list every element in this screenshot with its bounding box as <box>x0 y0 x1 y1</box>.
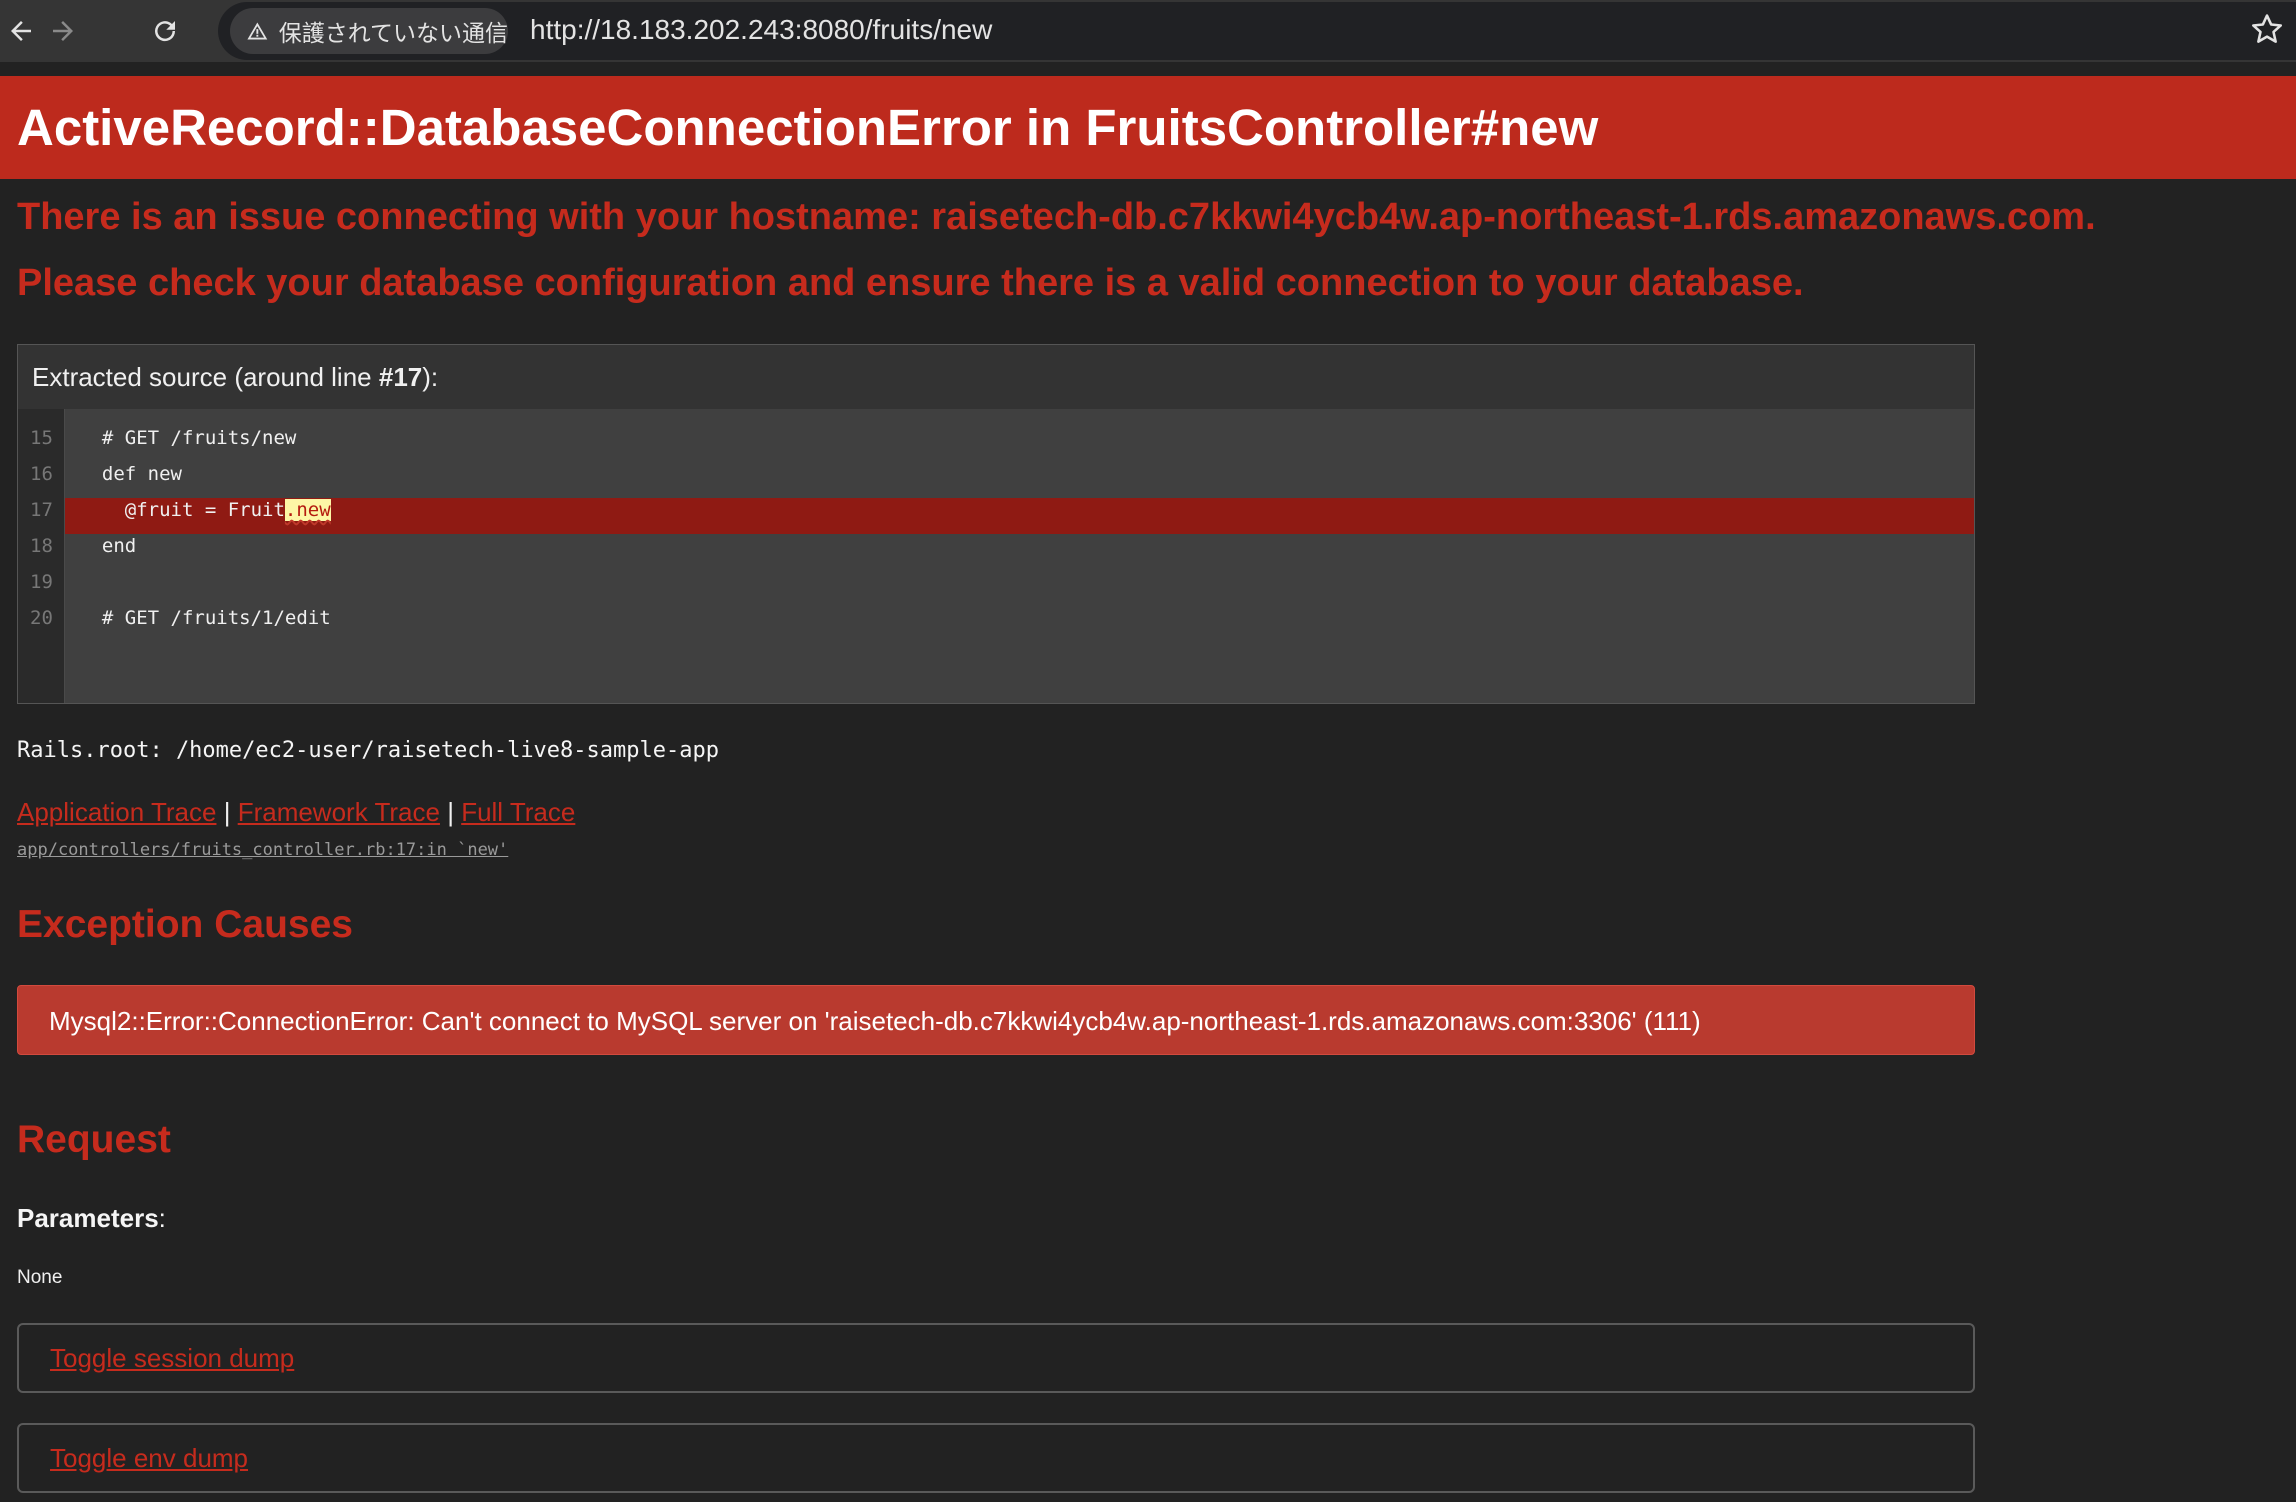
exception-cause: Mysql2::Error::ConnectionError: Can't co… <box>17 985 1975 1055</box>
code-line: # GET /fruits/new <box>79 427 297 449</box>
exception-causes-heading: Exception Causes <box>17 903 353 946</box>
reload-icon <box>155 21 176 42</box>
line-number: 19 <box>30 571 53 593</box>
line-number-gutter: 15 16 17 18 19 20 <box>18 409 65 703</box>
application-trace-link[interactable]: Application Trace <box>17 797 216 827</box>
source-caption: Extracted source (around line #17): <box>32 362 439 392</box>
reload-button[interactable] <box>140 6 190 56</box>
forward-button[interactable] <box>38 6 88 56</box>
code-highlight-mark: .new <box>284 499 331 521</box>
error-message-line1: There is an issue connecting with your h… <box>17 196 2096 238</box>
code-line: def new <box>79 463 182 485</box>
toggle-env-dump-link[interactable]: Toggle env dump <box>50 1443 248 1474</box>
address-bar[interactable]: 保護されていない通信 http://18.183.202.243:8080/fr… <box>218 2 2296 60</box>
error-message-line2: Please check your database configuration… <box>17 262 1804 304</box>
framework-trace-link[interactable]: Framework Trace <box>238 797 440 827</box>
source-extract: Extracted source (around line #17): 15 1… <box>17 344 1975 704</box>
code-line: @fruit = Fruit.new <box>79 499 331 521</box>
code-line: end <box>79 535 137 557</box>
arrow-left-icon <box>11 21 31 41</box>
toggle-session-dump-link[interactable]: Toggle session dump <box>50 1343 294 1374</box>
line-number: 18 <box>30 535 53 557</box>
trace-frame-link[interactable]: app/controllers/fruits_controller.rb:17:… <box>17 840 508 860</box>
line-number: 16 <box>30 463 53 485</box>
bookmark-button[interactable] <box>2250 12 2290 52</box>
line-number: 20 <box>30 607 53 629</box>
trace-links: Application Trace | Framework Trace | Fu… <box>17 797 575 828</box>
page-title: ActiveRecord::DatabaseConnectionError in… <box>17 99 1599 156</box>
security-chip[interactable]: 保護されていない通信 <box>230 8 508 54</box>
code-line: # GET /fruits/1/edit <box>79 607 331 629</box>
arrow-right-icon <box>53 21 73 41</box>
session-dump-panel: Toggle session dump <box>17 1323 1975 1393</box>
star-icon <box>2251 14 2283 43</box>
code-block: 15 16 17 18 19 20 # GET /fruits/new def … <box>18 409 1974 703</box>
trace-separator: | <box>223 797 231 827</box>
error-header: ActiveRecord::DatabaseConnectionError in… <box>0 76 2296 179</box>
url-text[interactable]: http://18.183.202.243:8080/fruits/new <box>530 14 992 46</box>
trace-separator: | <box>447 797 454 827</box>
highlighted-line <box>65 498 1974 534</box>
security-label: 保護されていない通信 <box>278 21 508 47</box>
line-number: 15 <box>30 427 53 449</box>
request-heading: Request <box>17 1118 171 1161</box>
full-trace-link[interactable]: Full Trace <box>461 797 575 827</box>
browser-toolbar: 保護されていない通信 http://18.183.202.243:8080/fr… <box>0 0 2296 62</box>
rails-root: Rails.root: /home/ec2-user/raisetech-liv… <box>17 738 719 763</box>
exception-cause-text: Mysql2::Error::ConnectionError: Can't co… <box>49 1006 1701 1036</box>
parameters-value: None <box>17 1267 63 1288</box>
warning-icon <box>247 22 268 40</box>
line-number: 17 <box>30 499 53 521</box>
parameters-label: Parameters: <box>17 1203 166 1233</box>
env-dump-panel: Toggle env dump <box>17 1423 1975 1493</box>
